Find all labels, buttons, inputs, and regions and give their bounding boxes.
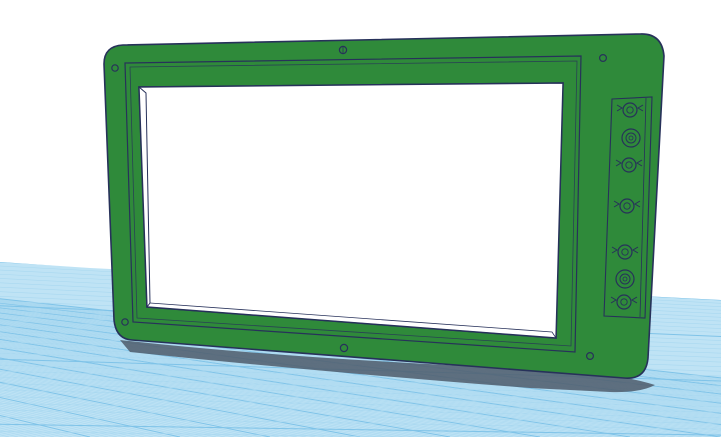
window-cutout xyxy=(138,82,564,339)
hole-top-right xyxy=(598,53,607,62)
hole-bottom-center xyxy=(339,343,349,353)
encoder-1 xyxy=(621,128,641,148)
hole-bottom-left xyxy=(121,318,129,326)
hole-bottom-right xyxy=(585,352,594,361)
hole-top-center xyxy=(338,45,348,55)
workplane-viewport[interactable] xyxy=(0,0,721,437)
hole-top-left xyxy=(111,64,119,72)
encoder-2 xyxy=(615,269,635,289)
display-frame[interactable] xyxy=(103,33,665,379)
